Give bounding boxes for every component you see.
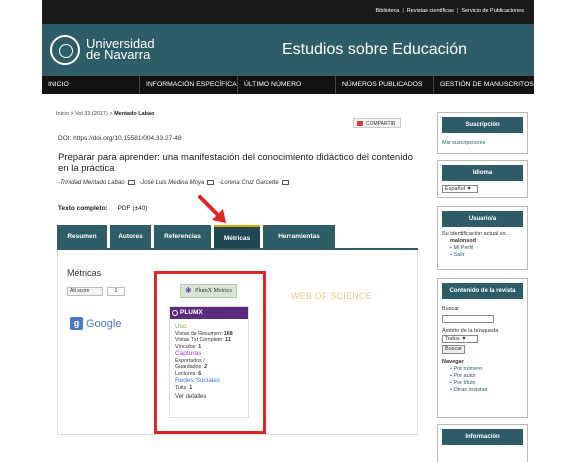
sidebar-title: Usuario/a (442, 211, 523, 227)
nav-inicio[interactable]: INICIO (42, 76, 140, 94)
sidebar-informacion: Información (437, 424, 528, 462)
plumx-logo: PLUMX (170, 307, 248, 319)
ver-detalles-link[interactable]: Ver detalles (175, 394, 248, 401)
sidebar-title: Información (442, 429, 523, 445)
mail-icon[interactable] (207, 180, 215, 185)
sidebar-title: Suscripción (442, 117, 523, 133)
sidebar-idioma: Idioma Español ▼ (437, 160, 528, 198)
nav-ultimo[interactable]: ÚLTIMO NÚMERO (238, 76, 336, 94)
toplink-revistas[interactable]: Revistas científicas (407, 8, 454, 14)
article-title: Preparar para aprender: una manifestació… (58, 152, 413, 174)
site-header: Universidad de Navarra Estudios sobre Ed… (42, 24, 534, 76)
mail-icon[interactable] (127, 180, 135, 185)
sidebar-title: Contenido de la revista (442, 283, 523, 299)
search-input[interactable] (442, 315, 494, 323)
mi-perfil-link[interactable]: • Mi Perfil (450, 245, 526, 252)
language-select[interactable]: Español ▼ (442, 185, 478, 193)
tab-metricas[interactable]: Métricas (214, 225, 260, 248)
fulltext-row: Texto completo: PDF (±40) (58, 205, 147, 212)
mis-suscripciones-link[interactable]: Mis suscripciones (442, 140, 485, 146)
salir-link[interactable]: • Salir (450, 252, 526, 259)
altmetric-badge[interactable]: Alt score 1 (67, 287, 125, 296)
toplink-publicaciones[interactable]: Servicio de Publicaciones (461, 8, 524, 14)
por-titulo-link[interactable]: • Por título (450, 380, 526, 387)
buscar-label: Buscar (442, 306, 460, 312)
search-button[interactable]: Buscar (442, 345, 466, 354)
author-name: -Lorena Cruz Garcette (218, 180, 279, 187)
nav-gestion[interactable]: GESTIÓN DE MANUSCRITOS (434, 76, 534, 94)
journal-title[interactable]: Estudios sobre Educación (282, 41, 467, 59)
google-scholar-button[interactable]: g Google (70, 317, 121, 330)
otras-revistas-link[interactable]: • Otras revistas (450, 387, 526, 394)
scope-select[interactable]: Todos ▼ (442, 335, 478, 343)
tab-autores[interactable]: Autores (110, 225, 151, 248)
share-icon (357, 121, 363, 126)
username: malonsod (450, 238, 476, 244)
sidebar-title: Idioma (442, 165, 523, 181)
red-arrow-annotation-icon (198, 195, 226, 223)
web-of-science-logo[interactable]: WEB OF SCIENCE (291, 291, 372, 301)
author-name: -José Luis Medina Moya (139, 180, 205, 187)
nav-informacion[interactable]: INFORMACIÓN ESPECÍFICA (140, 76, 238, 94)
university-logo-text[interactable]: Universidad de Navarra (86, 37, 155, 61)
fulltext-label: Texto completo: (58, 205, 108, 212)
por-numero-link[interactable]: • Por número (450, 366, 526, 373)
plumx-logo-icon (172, 310, 178, 316)
sidebar-suscripcion: Suscripción Mis suscripciones (437, 112, 528, 154)
plumx-widget: PLUMX Uso Vistas de Resumen: 168 Vistas … (169, 306, 249, 418)
tab-referencias[interactable]: Referencias (154, 225, 211, 248)
breadcrumb-path[interactable]: Inicio > Vol 33 (2017) > (56, 111, 114, 117)
nav-numeros[interactable]: NÚMEROS PUBLICADOS (336, 76, 434, 94)
tab-resumen[interactable]: Resumen (57, 225, 107, 248)
por-autor-link[interactable]: • Por autor (450, 373, 526, 380)
redes-line: Tuits: 1 (175, 384, 193, 391)
article-tabs: Resumen Autores Referencias Métricas Her… (57, 225, 335, 248)
main-nav: INICIO INFORMACIÓN ESPECÍFICA ÚLTIMO NÚM… (42, 76, 534, 94)
sidebar-contenido: Contenido de la revista Buscar Ámbito de… (437, 278, 528, 418)
metrics-heading: Métricas (67, 268, 102, 278)
doi-link[interactable]: DOI: https://doi.org/10.15581/004.33.27-… (58, 135, 182, 142)
toplink-biblioteca[interactable]: Biblioteca (376, 8, 400, 14)
login-intro: Su identificación actual es... (442, 231, 511, 237)
sidebar-usuario: Usuario/a Su identificación actual es...… (437, 206, 528, 270)
plumx-star-icon: ✱ (185, 286, 192, 295)
breadcrumb-current: Mentado Labao (114, 111, 155, 117)
tab-herramientas[interactable]: Herramientas (263, 225, 335, 248)
ambito-label: Ámbito de la búsqueda (442, 328, 499, 334)
google-g-icon: g (70, 317, 83, 330)
breadcrumb: Inicio > Vol 33 (2017) > Mentado Labao (56, 111, 154, 117)
pdf-link[interactable]: PDF (±40) (118, 205, 148, 212)
altmetric-score-icon: Alt score (67, 287, 103, 296)
university-seal-icon[interactable] (50, 35, 80, 65)
top-utility-bar: Biblioteca | Revistas científicas | Servicio… (42, 0, 534, 24)
top-links: Biblioteca | Revistas científicas | Servicio… (375, 8, 525, 14)
google-label: Google (86, 317, 122, 330)
author-name: -Trinidad Mentado Labao (58, 180, 125, 187)
altmetric-count: 1 (107, 287, 125, 296)
navegar-label: Navegar (442, 359, 464, 365)
mail-icon[interactable] (281, 180, 289, 185)
plumx-metrics-button[interactable]: ✱ PlumX Metrics (180, 284, 237, 298)
authors-line: -Trinidad Mentado Labao -José Luis Medin… (58, 180, 292, 186)
share-button[interactable]: COMPARTIR (353, 118, 401, 128)
